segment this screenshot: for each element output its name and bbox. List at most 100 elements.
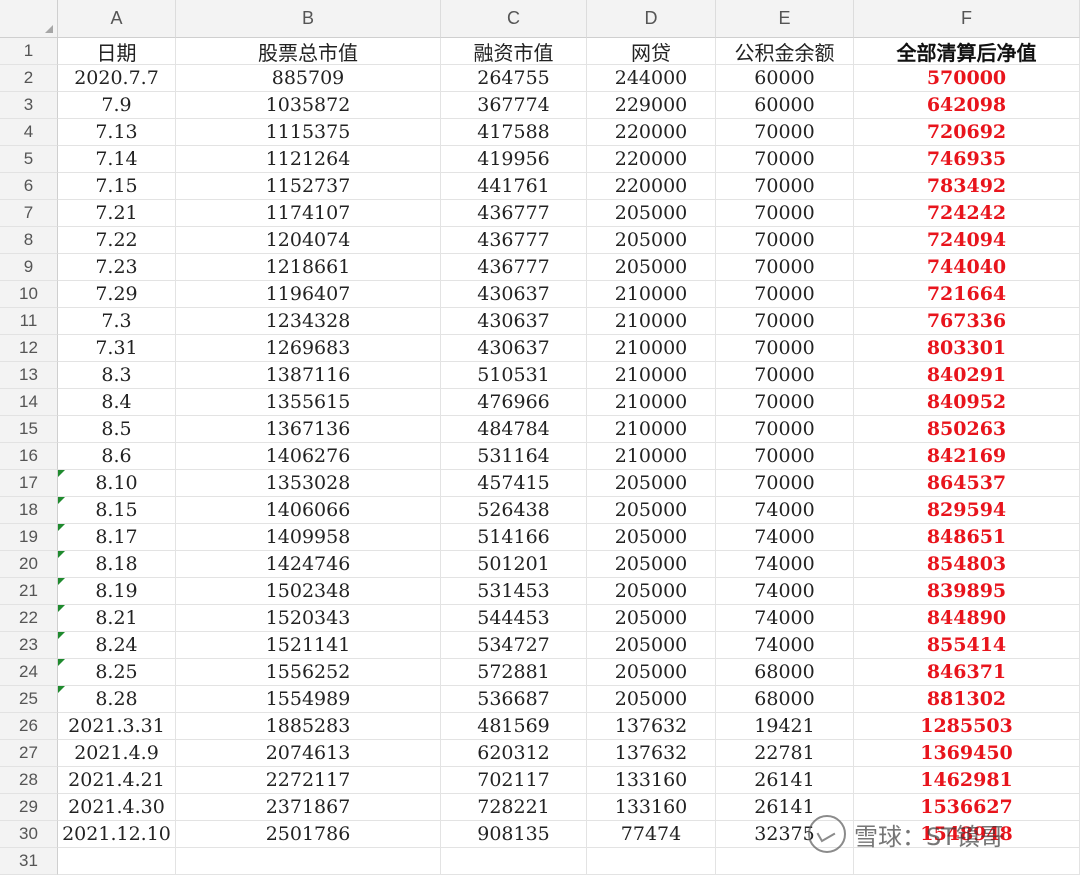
table-cell[interactable]: 1387116 — [176, 362, 441, 389]
table-cell[interactable]: 1353028 — [176, 470, 441, 497]
table-cell[interactable]: 74000 — [716, 524, 854, 551]
table-cell[interactable]: 210000 — [587, 389, 716, 416]
empty-cell[interactable] — [441, 848, 587, 875]
row-header[interactable]: 7 — [0, 200, 58, 227]
table-cell[interactable]: 1152737 — [176, 173, 441, 200]
table-cell[interactable]: 210000 — [587, 335, 716, 362]
row-header[interactable]: 31 — [0, 848, 58, 875]
table-cell[interactable]: 8.24 — [58, 632, 176, 659]
table-cell[interactable]: 476966 — [441, 389, 587, 416]
column-header-c[interactable]: C — [441, 0, 587, 38]
row-header[interactable]: 3 — [0, 92, 58, 119]
table-cell[interactable]: 846371 — [854, 659, 1080, 686]
table-cell[interactable]: 7.29 — [58, 281, 176, 308]
table-cell[interactable]: 1409958 — [176, 524, 441, 551]
table-cell[interactable]: 60000 — [716, 65, 854, 92]
table-cell[interactable]: 205000 — [587, 254, 716, 281]
table-cell[interactable]: 220000 — [587, 173, 716, 200]
table-cell[interactable]: 205000 — [587, 200, 716, 227]
table-cell[interactable]: 419956 — [441, 146, 587, 173]
table-cell[interactable]: 724094 — [854, 227, 1080, 254]
table-cell[interactable]: 2074613 — [176, 740, 441, 767]
table-cell[interactable]: 70000 — [716, 362, 854, 389]
table-cell[interactable]: 19421 — [716, 713, 854, 740]
table-cell[interactable]: 510531 — [441, 362, 587, 389]
table-cell[interactable]: 1121264 — [176, 146, 441, 173]
table-cell[interactable]: 74000 — [716, 632, 854, 659]
row-header[interactable]: 29 — [0, 794, 58, 821]
row-header[interactable]: 26 — [0, 713, 58, 740]
row-header[interactable]: 15 — [0, 416, 58, 443]
table-cell[interactable]: 1520343 — [176, 605, 441, 632]
table-cell[interactable]: 2021.4.30 — [58, 794, 176, 821]
table-cell[interactable]: 70000 — [716, 173, 854, 200]
table-cell[interactable]: 8.19 — [58, 578, 176, 605]
table-cell[interactable]: 854803 — [854, 551, 1080, 578]
header-cell[interactable]: 融资市值 — [441, 38, 587, 65]
table-cell[interactable]: 8.6 — [58, 443, 176, 470]
table-cell[interactable]: 526438 — [441, 497, 587, 524]
row-header[interactable]: 16 — [0, 443, 58, 470]
table-cell[interactable]: 570000 — [854, 65, 1080, 92]
table-cell[interactable]: 210000 — [587, 362, 716, 389]
table-cell[interactable]: 531453 — [441, 578, 587, 605]
row-header[interactable]: 2 — [0, 65, 58, 92]
table-cell[interactable]: 8.3 — [58, 362, 176, 389]
table-cell[interactable]: 536687 — [441, 686, 587, 713]
table-cell[interactable]: 430637 — [441, 281, 587, 308]
table-cell[interactable]: 430637 — [441, 335, 587, 362]
table-cell[interactable]: 7.21 — [58, 200, 176, 227]
table-cell[interactable]: 514166 — [441, 524, 587, 551]
row-header[interactable]: 12 — [0, 335, 58, 362]
table-cell[interactable]: 881302 — [854, 686, 1080, 713]
table-cell[interactable]: 840952 — [854, 389, 1080, 416]
table-cell[interactable]: 744040 — [854, 254, 1080, 281]
row-header[interactable]: 24 — [0, 659, 58, 686]
table-cell[interactable]: 1406066 — [176, 497, 441, 524]
row-header[interactable]: 10 — [0, 281, 58, 308]
row-header[interactable]: 28 — [0, 767, 58, 794]
table-cell[interactable]: 783492 — [854, 173, 1080, 200]
column-header-f[interactable]: F — [854, 0, 1080, 38]
table-cell[interactable]: 264755 — [441, 65, 587, 92]
table-cell[interactable]: 2021.3.31 — [58, 713, 176, 740]
table-cell[interactable]: 60000 — [716, 92, 854, 119]
table-cell[interactable]: 7.3 — [58, 308, 176, 335]
table-cell[interactable]: 244000 — [587, 65, 716, 92]
row-header[interactable]: 23 — [0, 632, 58, 659]
table-cell[interactable]: 1355615 — [176, 389, 441, 416]
row-header[interactable]: 18 — [0, 497, 58, 524]
row-header[interactable]: 20 — [0, 551, 58, 578]
table-cell[interactable]: 22781 — [716, 740, 854, 767]
column-header-a[interactable]: A — [58, 0, 176, 38]
table-cell[interactable]: 484784 — [441, 416, 587, 443]
table-cell[interactable]: 501201 — [441, 551, 587, 578]
table-cell[interactable]: 544453 — [441, 605, 587, 632]
table-cell[interactable]: 842169 — [854, 443, 1080, 470]
row-header[interactable]: 27 — [0, 740, 58, 767]
column-header-b[interactable]: B — [176, 0, 441, 38]
table-cell[interactable]: 70000 — [716, 443, 854, 470]
table-cell[interactable]: 1424746 — [176, 551, 441, 578]
table-cell[interactable]: 8.25 — [58, 659, 176, 686]
table-cell[interactable]: 855414 — [854, 632, 1080, 659]
table-cell[interactable]: 441761 — [441, 173, 587, 200]
table-cell[interactable]: 839895 — [854, 578, 1080, 605]
table-cell[interactable]: 829594 — [854, 497, 1080, 524]
table-cell[interactable]: 436777 — [441, 227, 587, 254]
column-header-d[interactable]: D — [587, 0, 716, 38]
table-cell[interactable]: 210000 — [587, 443, 716, 470]
row-header[interactable]: 5 — [0, 146, 58, 173]
table-cell[interactable]: 746935 — [854, 146, 1080, 173]
spreadsheet[interactable]: A B C D E F 1 2 3 4 5 6 7 8 9 10 11 12 13 14 15 16 17 18 19 20 21 2… — [0, 0, 1080, 875]
table-cell[interactable]: 417588 — [441, 119, 587, 146]
table-cell[interactable]: 2021.4.21 — [58, 767, 176, 794]
column-header-e[interactable]: E — [716, 0, 854, 38]
table-cell[interactable]: 728221 — [441, 794, 587, 821]
table-cell[interactable]: 1462981 — [854, 767, 1080, 794]
table-cell[interactable]: 205000 — [587, 686, 716, 713]
table-cell[interactable]: 457415 — [441, 470, 587, 497]
table-cell[interactable]: 1502348 — [176, 578, 441, 605]
table-cell[interactable]: 205000 — [587, 227, 716, 254]
table-cell[interactable]: 1218661 — [176, 254, 441, 281]
